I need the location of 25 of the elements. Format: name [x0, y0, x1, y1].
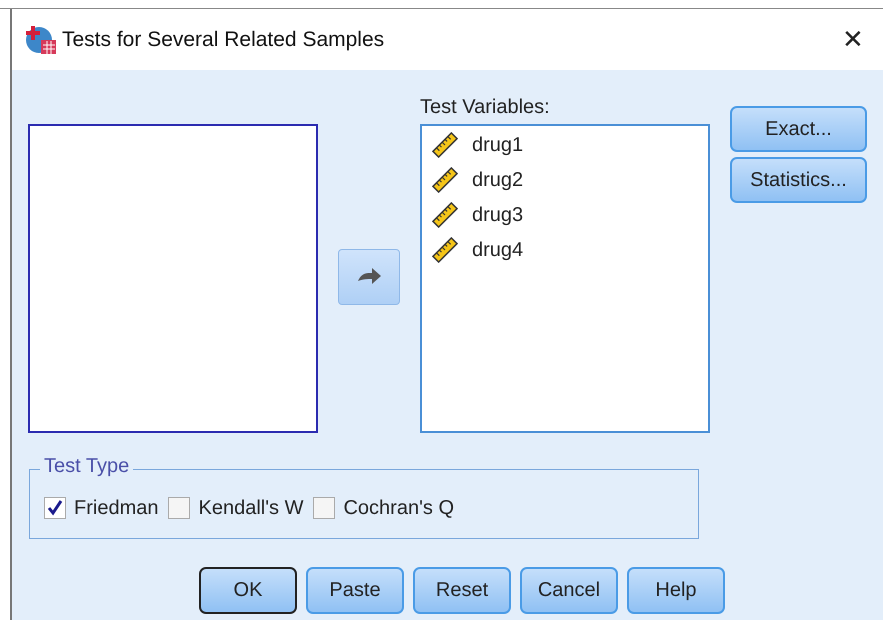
dialog-button[interactable]: Statistics... [730, 157, 867, 203]
group-title: Test Type [40, 455, 134, 478]
checkbox-label[interactable]: Cochran's Q [343, 496, 454, 520]
checkbox-label[interactable]: Kendall's W [198, 496, 304, 520]
variable-name[interactable]: drug3 [472, 204, 524, 226]
variable-name[interactable]: drug1 [472, 134, 524, 156]
arrow-icon [356, 267, 382, 287]
close-button[interactable]: ✕ [833, 24, 873, 55]
variable-name[interactable]: drug4 [472, 238, 524, 262]
dialog-button[interactable]: Paste [306, 567, 404, 614]
checkbox[interactable] [168, 497, 190, 519]
checkbox-label[interactable]: Friedman [74, 496, 158, 520]
window-title: Tests for Several Related Samples [62, 28, 386, 52]
variable-name[interactable]: drug2 [472, 168, 524, 192]
checkbox[interactable] [313, 497, 336, 519]
dialog-button[interactable]: Reset [413, 567, 511, 614]
test-variable-list[interactable]: drug1 drug2 drug3 drug4 [420, 124, 710, 433]
dialog-button[interactable]: OK [199, 567, 297, 614]
dialog-button[interactable]: Help [627, 567, 725, 614]
dialog-button[interactable]: Exact... [730, 106, 867, 152]
list-label: Test Variables: [420, 96, 551, 120]
checkbox[interactable] [44, 497, 66, 519]
move-button[interactable] [338, 249, 400, 305]
source-variable-list[interactable] [28, 124, 318, 433]
dialog-button[interactable]: Cancel [520, 567, 618, 614]
